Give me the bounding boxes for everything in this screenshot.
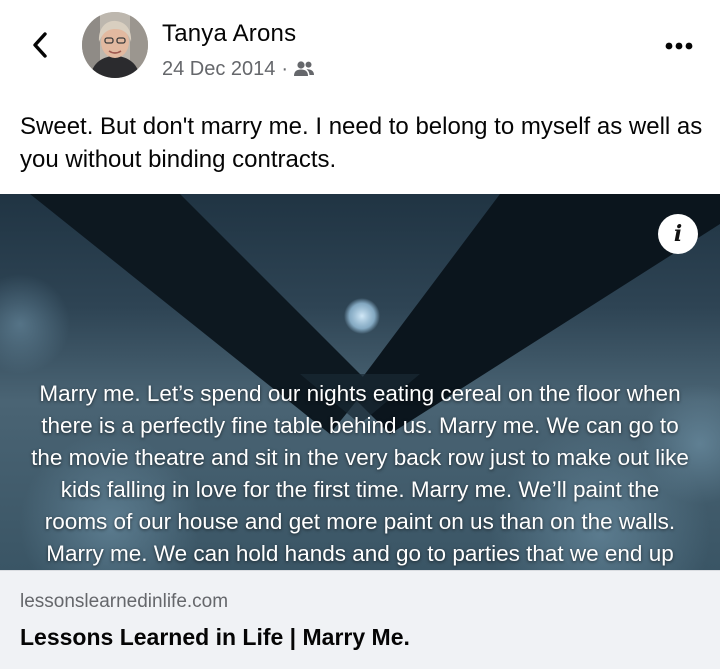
info-button[interactable]: i	[658, 214, 698, 254]
author-name[interactable]: Tanya Arons	[162, 20, 296, 48]
link-image-quote: Marry me. Let’s spend our nights eating …	[31, 381, 689, 566]
link-title[interactable]: Lessons Learned in Life | Marry Me.	[20, 624, 410, 651]
info-icon: i	[673, 221, 683, 247]
post-meta: 24 Dec 2014 ·	[162, 56, 315, 82]
link-preview-image[interactable]: Marry me. Let’s spend our nights eating …	[0, 194, 720, 570]
post-text: Sweet. But don't marry me. I need to bel…	[20, 113, 703, 173]
link-preview-card[interactable]: Marry me. Let’s spend our nights eating …	[0, 194, 720, 669]
friends-icon[interactable]	[293, 60, 315, 78]
post-header: Tanya Arons 24 Dec 2014 ·	[0, 0, 720, 100]
link-domain: lessonslearnedinlife.com	[20, 591, 229, 612]
back-button[interactable]	[28, 30, 52, 60]
avatar[interactable]	[82, 12, 148, 78]
chevron-left-icon	[33, 32, 47, 58]
more-icon	[665, 42, 693, 50]
more-options-button[interactable]	[664, 38, 694, 50]
post-date[interactable]: 24 Dec 2014	[162, 58, 275, 81]
meta-separator: ·	[281, 57, 289, 80]
link-preview-footer[interactable]: lessonslearnedinlife.com Lessons Learned…	[0, 570, 720, 669]
